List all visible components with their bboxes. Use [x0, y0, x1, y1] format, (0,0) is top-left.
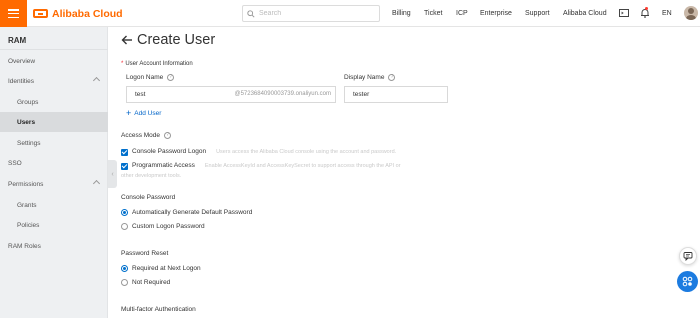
logon-name-value: test [135, 91, 146, 98]
display-name-input[interactable]: tester [344, 86, 448, 103]
sidebar-item-label: Groups [17, 98, 39, 106]
notification-dot [645, 7, 648, 10]
sidebar-item-policies[interactable]: Policies [0, 215, 108, 235]
radio-label: Not Required [132, 279, 171, 286]
not-required-radio[interactable]: Not Required [121, 279, 170, 286]
add-user-link[interactable]: + Add User [126, 108, 162, 118]
sidebar-item-users[interactable]: Users [0, 112, 108, 132]
logon-name-label: Logon Name? [126, 74, 175, 81]
account-section-label: * User Account Information [121, 61, 193, 67]
nav-ticket[interactable]: Ticket [424, 10, 442, 17]
sidebar-item-label: Overview [8, 57, 36, 65]
mfa-label: Multi-factor Authentication [121, 306, 196, 313]
sidebar-item-overview[interactable]: Overview [0, 51, 108, 71]
help-icon[interactable]: ? [164, 132, 172, 139]
sidebar-item-label: Policies [17, 221, 40, 229]
hamburger-icon [8, 9, 19, 18]
page-title-text: Create User [137, 32, 216, 48]
radio-unselected-icon[interactable] [121, 279, 128, 286]
access-mode-label: Access Mode? [121, 132, 172, 139]
sidebar-item-identities[interactable]: Identities [0, 71, 108, 91]
sidebar: RAM Overview Identities Groups Users Set… [0, 27, 108, 318]
radio-label: Required at Next Logon [132, 265, 201, 272]
checkbox-description: Users access the Alibaba Cloud console u… [216, 148, 397, 155]
nav-billing[interactable]: Billing [392, 10, 411, 17]
sidebar-item-settings[interactable]: Settings [0, 133, 108, 153]
sidebar-item-grants[interactable]: Grants [0, 195, 108, 215]
search-box[interactable] [242, 5, 380, 22]
radio-selected-icon[interactable] [121, 265, 128, 272]
nav-icp[interactable]: ICP [456, 10, 468, 17]
field-label-text: Logon Name [126, 74, 164, 81]
radio-selected-icon[interactable] [121, 209, 128, 216]
help-icon[interactable]: ? [388, 74, 396, 81]
radio-label: Custom Logon Password [132, 223, 205, 230]
logon-domain-suffix: @5723684090003739.onaliyun.com [234, 91, 331, 97]
terminal-icon[interactable] [619, 8, 629, 18]
field-label-text: Access Mode [121, 132, 161, 139]
logon-name-input[interactable]: test @5723684090003739.onaliyun.com [126, 86, 336, 103]
nav-alibaba-cloud[interactable]: Alibaba Cloud [563, 10, 607, 17]
programmatic-access-checkbox[interactable]: Programmatic Access Enable AccessKeyId a… [121, 162, 401, 170]
checkbox-description-continued: other development tools. [121, 173, 182, 179]
sidebar-title: RAM [8, 36, 27, 45]
checkbox-checked-icon[interactable] [121, 162, 128, 170]
feedback-button[interactable] [679, 247, 697, 265]
alibaba-cloud-logo[interactable]: Alibaba Cloud [33, 7, 123, 20]
required-next-logon-radio[interactable]: Required at Next Logon [121, 265, 201, 272]
page-title: Create User [121, 32, 215, 48]
radio-unselected-icon[interactable] [121, 223, 128, 230]
custom-password-radio[interactable]: Custom Logon Password [121, 223, 205, 230]
back-arrow-icon[interactable] [121, 34, 133, 46]
radio-label: Automatically Generate Default Password [132, 209, 253, 216]
sidebar-item-ram-roles[interactable]: RAM Roles [0, 236, 108, 256]
checkbox-label: Programmatic Access [132, 162, 195, 169]
main-content: Create User * User Account Information Lo… [109, 27, 700, 318]
sidebar-divider [0, 49, 108, 50]
language-switcher[interactable]: EN [662, 10, 672, 17]
sidebar-item-label: Identities [8, 77, 35, 85]
logo-icon [33, 9, 48, 18]
sidebar-item-label: Settings [17, 139, 41, 147]
password-reset-label: Password Reset [121, 250, 169, 257]
plus-icon: + [126, 108, 132, 118]
sidebar-item-sso[interactable]: SSO [0, 153, 108, 173]
sidebar-item-permissions[interactable]: Permissions [0, 174, 108, 194]
search-icon [247, 9, 255, 18]
sidebar-item-label: RAM Roles [8, 242, 41, 250]
avatar[interactable] [684, 6, 698, 20]
chevron-up-icon [92, 179, 101, 188]
sidebar-item-label: Permissions [8, 180, 44, 188]
display-name-value: tester [353, 91, 370, 98]
sidebar-item-label: SSO [8, 159, 22, 167]
checkbox-description: Enable AccessKeyId and AccessKeySecret t… [204, 162, 401, 169]
checkbox-checked-icon[interactable] [121, 148, 128, 156]
add-user-label: Add User [134, 110, 162, 117]
menu-button[interactable] [0, 0, 27, 27]
search-input[interactable] [259, 10, 369, 17]
auto-password-radio[interactable]: Automatically Generate Default Password [121, 209, 252, 216]
console-logon-checkbox[interactable]: Console Password Logon Users access the … [121, 148, 396, 156]
top-bar: Alibaba Cloud Billing Ticket ICP Enterpr… [0, 0, 700, 27]
nav-enterprise[interactable]: Enterprise [480, 10, 512, 17]
sidebar-item-label: Grants [17, 201, 37, 209]
checkbox-label: Console Password Logon [132, 148, 207, 155]
display-name-label: Display Name? [344, 74, 396, 81]
nav-support[interactable]: Support [525, 10, 550, 17]
assistant-icon [682, 276, 693, 287]
field-label-text: Display Name [344, 74, 385, 81]
chevron-up-icon [92, 76, 101, 85]
sidebar-item-groups[interactable]: Groups [0, 92, 108, 112]
brand-name: Alibaba Cloud [52, 7, 123, 20]
console-password-label: Console Password [121, 194, 176, 201]
chat-icon [683, 252, 693, 261]
smart-assistant-button[interactable] [677, 271, 698, 292]
help-icon[interactable]: ? [167, 74, 175, 81]
section-title: User Account Information [125, 61, 193, 67]
sidebar-item-label: Users [17, 118, 36, 126]
